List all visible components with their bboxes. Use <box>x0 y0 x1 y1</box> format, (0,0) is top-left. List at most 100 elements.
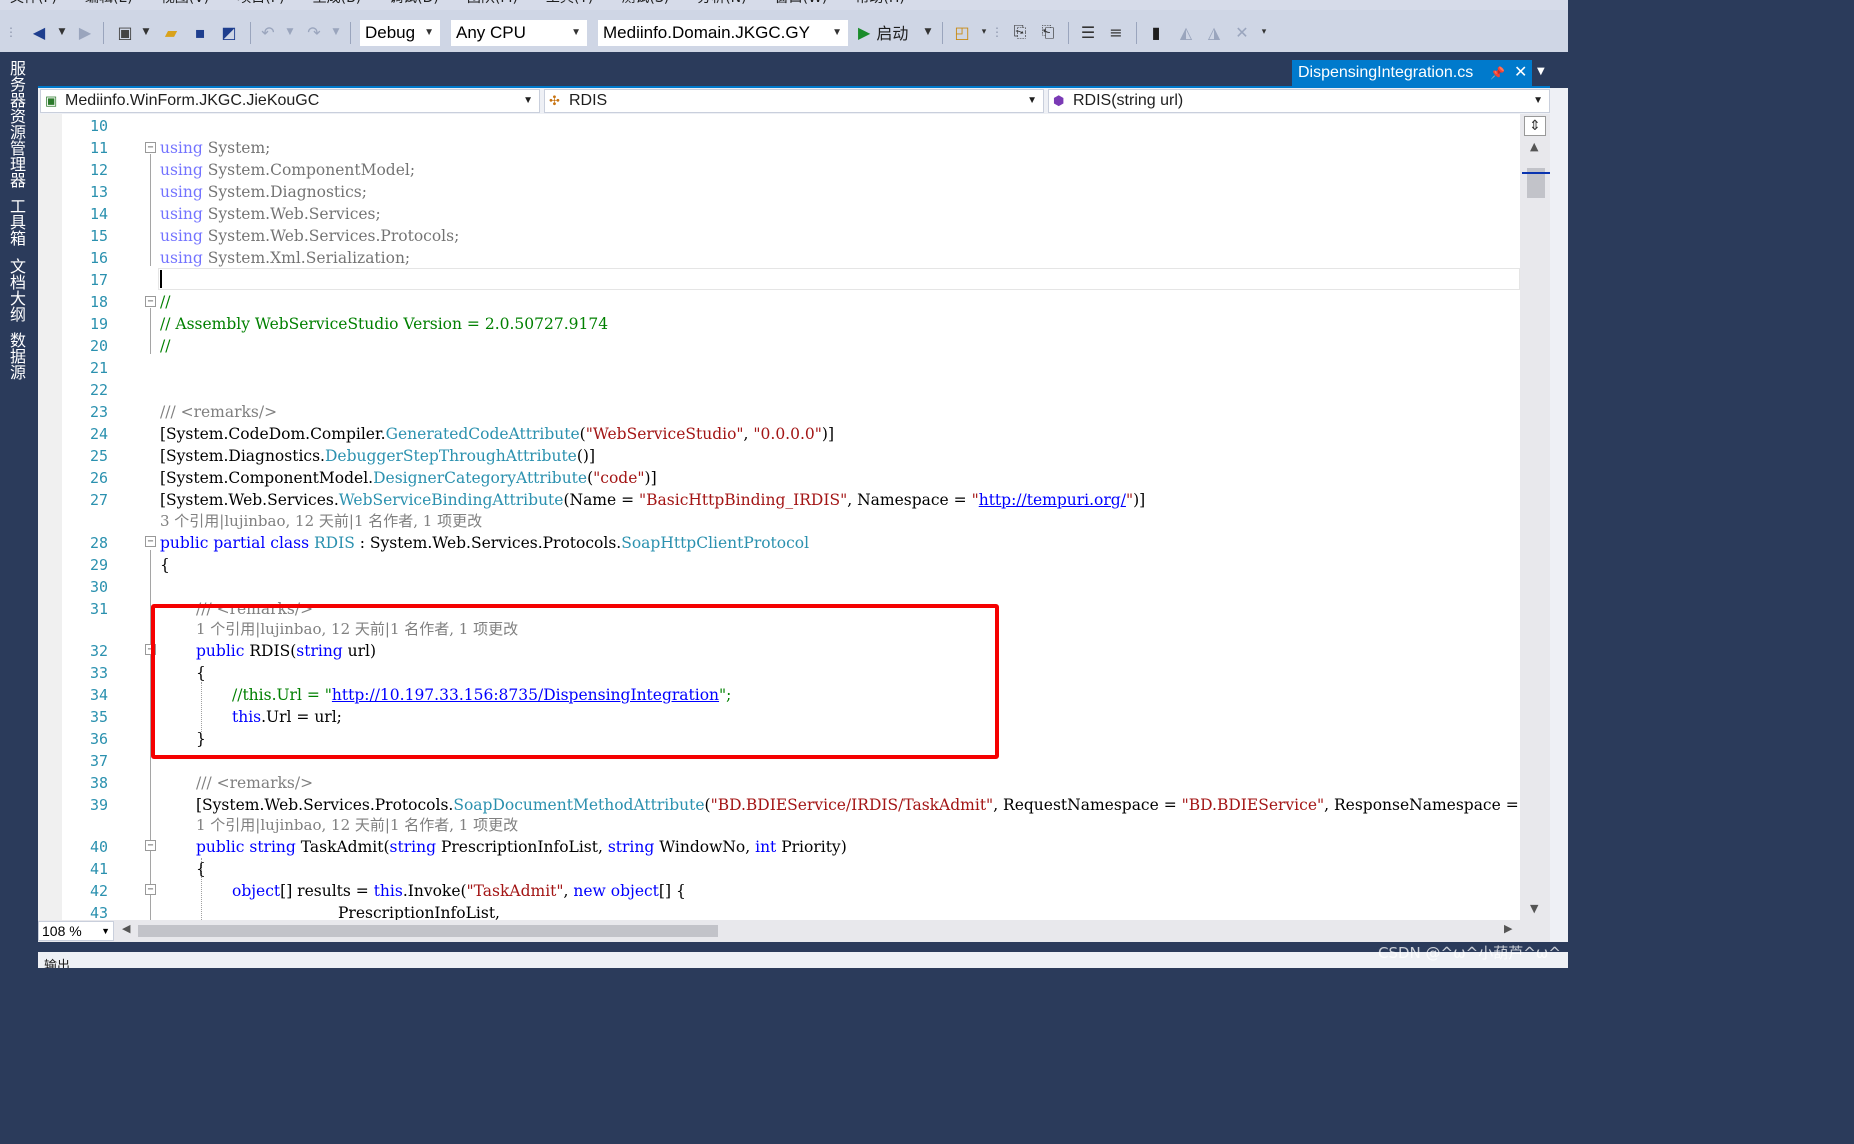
menu-view[interactable]: 视图(V) <box>151 0 210 8</box>
line-number: 42 <box>89 882 108 900</box>
collapse-toggle[interactable]: − <box>145 840 156 851</box>
save-all-icon[interactable]: ◩ <box>216 20 242 44</box>
vertical-scrollbar[interactable] <box>1520 114 1550 920</box>
menu-project[interactable]: 项目(P) <box>227 0 284 8</box>
line-number: 17 <box>89 271 108 289</box>
collapse-toggle[interactable]: − <box>145 142 156 153</box>
chevron-down-icon: ▼ <box>1027 95 1037 106</box>
toolbar-separator <box>1068 22 1069 44</box>
toolbar-separator <box>350 22 351 44</box>
bookmark-icon[interactable]: ▮ <box>1144 20 1168 44</box>
method-icon: ⬢ <box>1053 93 1065 108</box>
toolbar-overflow-icon[interactable]: ▾ <box>978 20 990 44</box>
menu-analyze[interactable]: 分析(N) <box>687 0 746 8</box>
right-edge-panel <box>1550 88 1568 942</box>
tab-list-dropdown-icon[interactable]: ▼ <box>1537 66 1545 77</box>
output-panel-header <box>38 952 1568 968</box>
code-editor[interactable]: 10 11 12 13 14 15 16 17 18 19 20 21 22 2… <box>38 114 1520 920</box>
collapse-toggle[interactable]: − <box>145 536 156 547</box>
solution-platform-select[interactable]: Any CPU ▼ <box>450 19 588 47</box>
tab-document-outline[interactable]: 文档大纲 <box>7 258 28 322</box>
startup-project-select[interactable]: Mediinfo.Domain.JKGC.GY ▼ <box>597 19 849 47</box>
line-number: 10 <box>89 117 108 135</box>
menu-team[interactable]: 团队(M) <box>457 0 518 8</box>
find-in-files-icon[interactable]: ◰ <box>950 20 974 44</box>
close-icon[interactable]: ✕ <box>1514 60 1527 86</box>
codelens-references[interactable]: 1 个引用|lujinbao, 12 天前|1 名作者, 1 项更改 <box>196 814 518 836</box>
open-file-icon[interactable]: ▰ <box>158 20 184 44</box>
new-project-icon[interactable]: ▣ <box>112 20 138 44</box>
scroll-down-icon[interactable]: ▼ <box>1530 902 1538 915</box>
solution-configuration-select[interactable]: Debug ▼ <box>359 19 441 47</box>
menu-build[interactable]: 生成(B) <box>303 0 362 8</box>
zoom-select[interactable]: 108 % ▼ <box>38 921 114 941</box>
uncomment-lines-icon[interactable]: ≡ <box>1104 20 1128 44</box>
menu-debug[interactable]: 调试(D) <box>379 0 439 8</box>
split-editor-icon[interactable]: ⇕ <box>1524 116 1546 136</box>
code-line: [System.CodeDom.Compiler.GeneratedCodeAt… <box>160 425 835 443</box>
line-number: 11 <box>89 139 108 157</box>
toolbar-separator <box>103 22 104 44</box>
line-number: 16 <box>89 249 108 267</box>
chevron-down-icon: ▼ <box>832 27 842 38</box>
toolbar-separator <box>1136 22 1137 44</box>
output-panel-title[interactable]: 输出 <box>44 955 70 968</box>
menu-edit[interactable]: 编辑(E) <box>75 0 133 8</box>
document-tab[interactable]: DispensingIntegration.cs 📌 ✕ <box>1292 60 1532 86</box>
codelens-references[interactable]: 3 个引用|lujinbao, 12 天前|1 名作者, 1 项更改 <box>160 510 482 532</box>
scroll-right-icon[interactable]: ▶ <box>1504 922 1512 935</box>
collapse-toggle[interactable]: − <box>145 884 156 895</box>
back-icon[interactable]: ◀ <box>28 20 50 44</box>
undo-icon[interactable]: ↶ <box>256 20 280 44</box>
undo-dropdown-icon[interactable]: ▼ <box>284 20 296 44</box>
line-number: 18 <box>89 293 108 311</box>
tab-server-explorer[interactable]: 服务器资源管理器 <box>7 60 28 188</box>
toolbar-grip-icon[interactable]: ⋮ <box>5 20 17 44</box>
toolbar-overflow-icon[interactable]: ▾ <box>1258 20 1270 44</box>
previous-bookmark-icon[interactable]: ◭ <box>1174 20 1198 44</box>
pin-icon[interactable]: 📌 <box>1490 60 1505 86</box>
type-nav-select[interactable]: ✣ RDIS ▼ <box>544 89 1044 113</box>
comment-lines-icon[interactable]: ☰ <box>1076 20 1100 44</box>
line-number: 37 <box>89 752 108 770</box>
tab-data-sources[interactable]: 数据源 <box>7 332 28 380</box>
scroll-left-icon[interactable]: ◀ <box>122 922 130 935</box>
code-line: /// <remarks/> <box>160 403 278 421</box>
line-number: 32 <box>89 642 108 660</box>
collapse-toggle[interactable]: − <box>145 296 156 307</box>
menu-test[interactable]: 测试(S) <box>611 0 669 8</box>
line-number: 27 <box>89 491 108 509</box>
line-number: 28 <box>89 534 108 552</box>
clear-bookmarks-icon[interactable]: ✕ <box>1230 20 1254 44</box>
step-into-icon[interactable]: ⎘ <box>1008 20 1032 44</box>
line-number: 36 <box>89 730 108 748</box>
toolbar-grip-icon[interactable]: ⋮ <box>991 20 1003 44</box>
redo-dropdown-icon[interactable]: ▼ <box>330 20 342 44</box>
back-dropdown-icon[interactable]: ▼ <box>56 20 68 44</box>
scroll-up-icon[interactable]: ▲ <box>1530 140 1538 153</box>
text-caret <box>160 270 162 288</box>
menu-window[interactable]: 窗口(W) <box>765 0 828 8</box>
fold-guide <box>150 308 151 354</box>
menu-help[interactable]: 帮助(H) <box>845 0 904 8</box>
tab-toolbox[interactable]: 工具箱 <box>7 198 28 246</box>
start-dropdown-icon[interactable]: ▼ <box>922 20 934 44</box>
horizontal-scroll-thumb[interactable] <box>138 925 718 937</box>
member-nav-select[interactable]: ⬢ RDIS(string url) ▼ <box>1048 89 1550 113</box>
menu-file[interactable]: 文件(F) <box>0 0 57 8</box>
visual-studio-window: 文件(F) 编辑(E) 视图(V) 项目(P) 生成(B) 调试(D) 团队(M) 工具(T)… <box>0 0 1568 968</box>
code-line: [System.ComponentModel.DesignerCategoryA… <box>160 469 657 487</box>
code-line: // Assembly WebServiceStudio Version = 2… <box>160 315 609 333</box>
menu-tools[interactable]: 工具(T) <box>536 0 593 8</box>
forward-icon[interactable]: ▶ <box>74 20 96 44</box>
chevron-down-icon: ▼ <box>424 27 434 38</box>
line-number: 25 <box>89 447 108 465</box>
namespace-link[interactable]: http://tempuri.org/ <box>979 491 1126 509</box>
next-bookmark-icon[interactable]: ◮ <box>1202 20 1226 44</box>
code-line: using System.Diagnostics; <box>160 183 367 201</box>
step-over-icon[interactable]: ⎗ <box>1036 20 1060 44</box>
project-nav-select[interactable]: ▣ Mediinfo.WinForm.JKGC.JieKouGC ▼ <box>40 89 540 113</box>
redo-icon[interactable]: ↷ <box>302 20 326 44</box>
new-project-dropdown-icon[interactable]: ▼ <box>140 20 152 44</box>
save-icon[interactable]: ▪ <box>188 20 212 44</box>
